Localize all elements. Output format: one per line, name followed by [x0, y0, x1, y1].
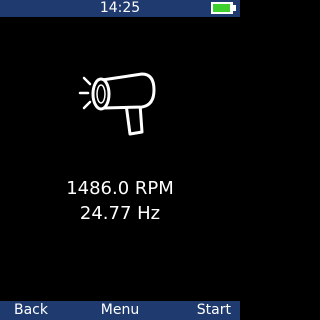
rpm-reading: 1486.0 RPM — [66, 178, 174, 199]
clock: 14:25 — [99, 0, 141, 16]
tachometer-icon — [78, 72, 156, 136]
start-softkey[interactable]: Start — [197, 301, 231, 320]
battery-cap — [233, 5, 236, 11]
battery-icon — [211, 2, 233, 14]
battery-level-fill — [213, 4, 230, 12]
hz-reading: 24.77 Hz — [79, 203, 161, 224]
